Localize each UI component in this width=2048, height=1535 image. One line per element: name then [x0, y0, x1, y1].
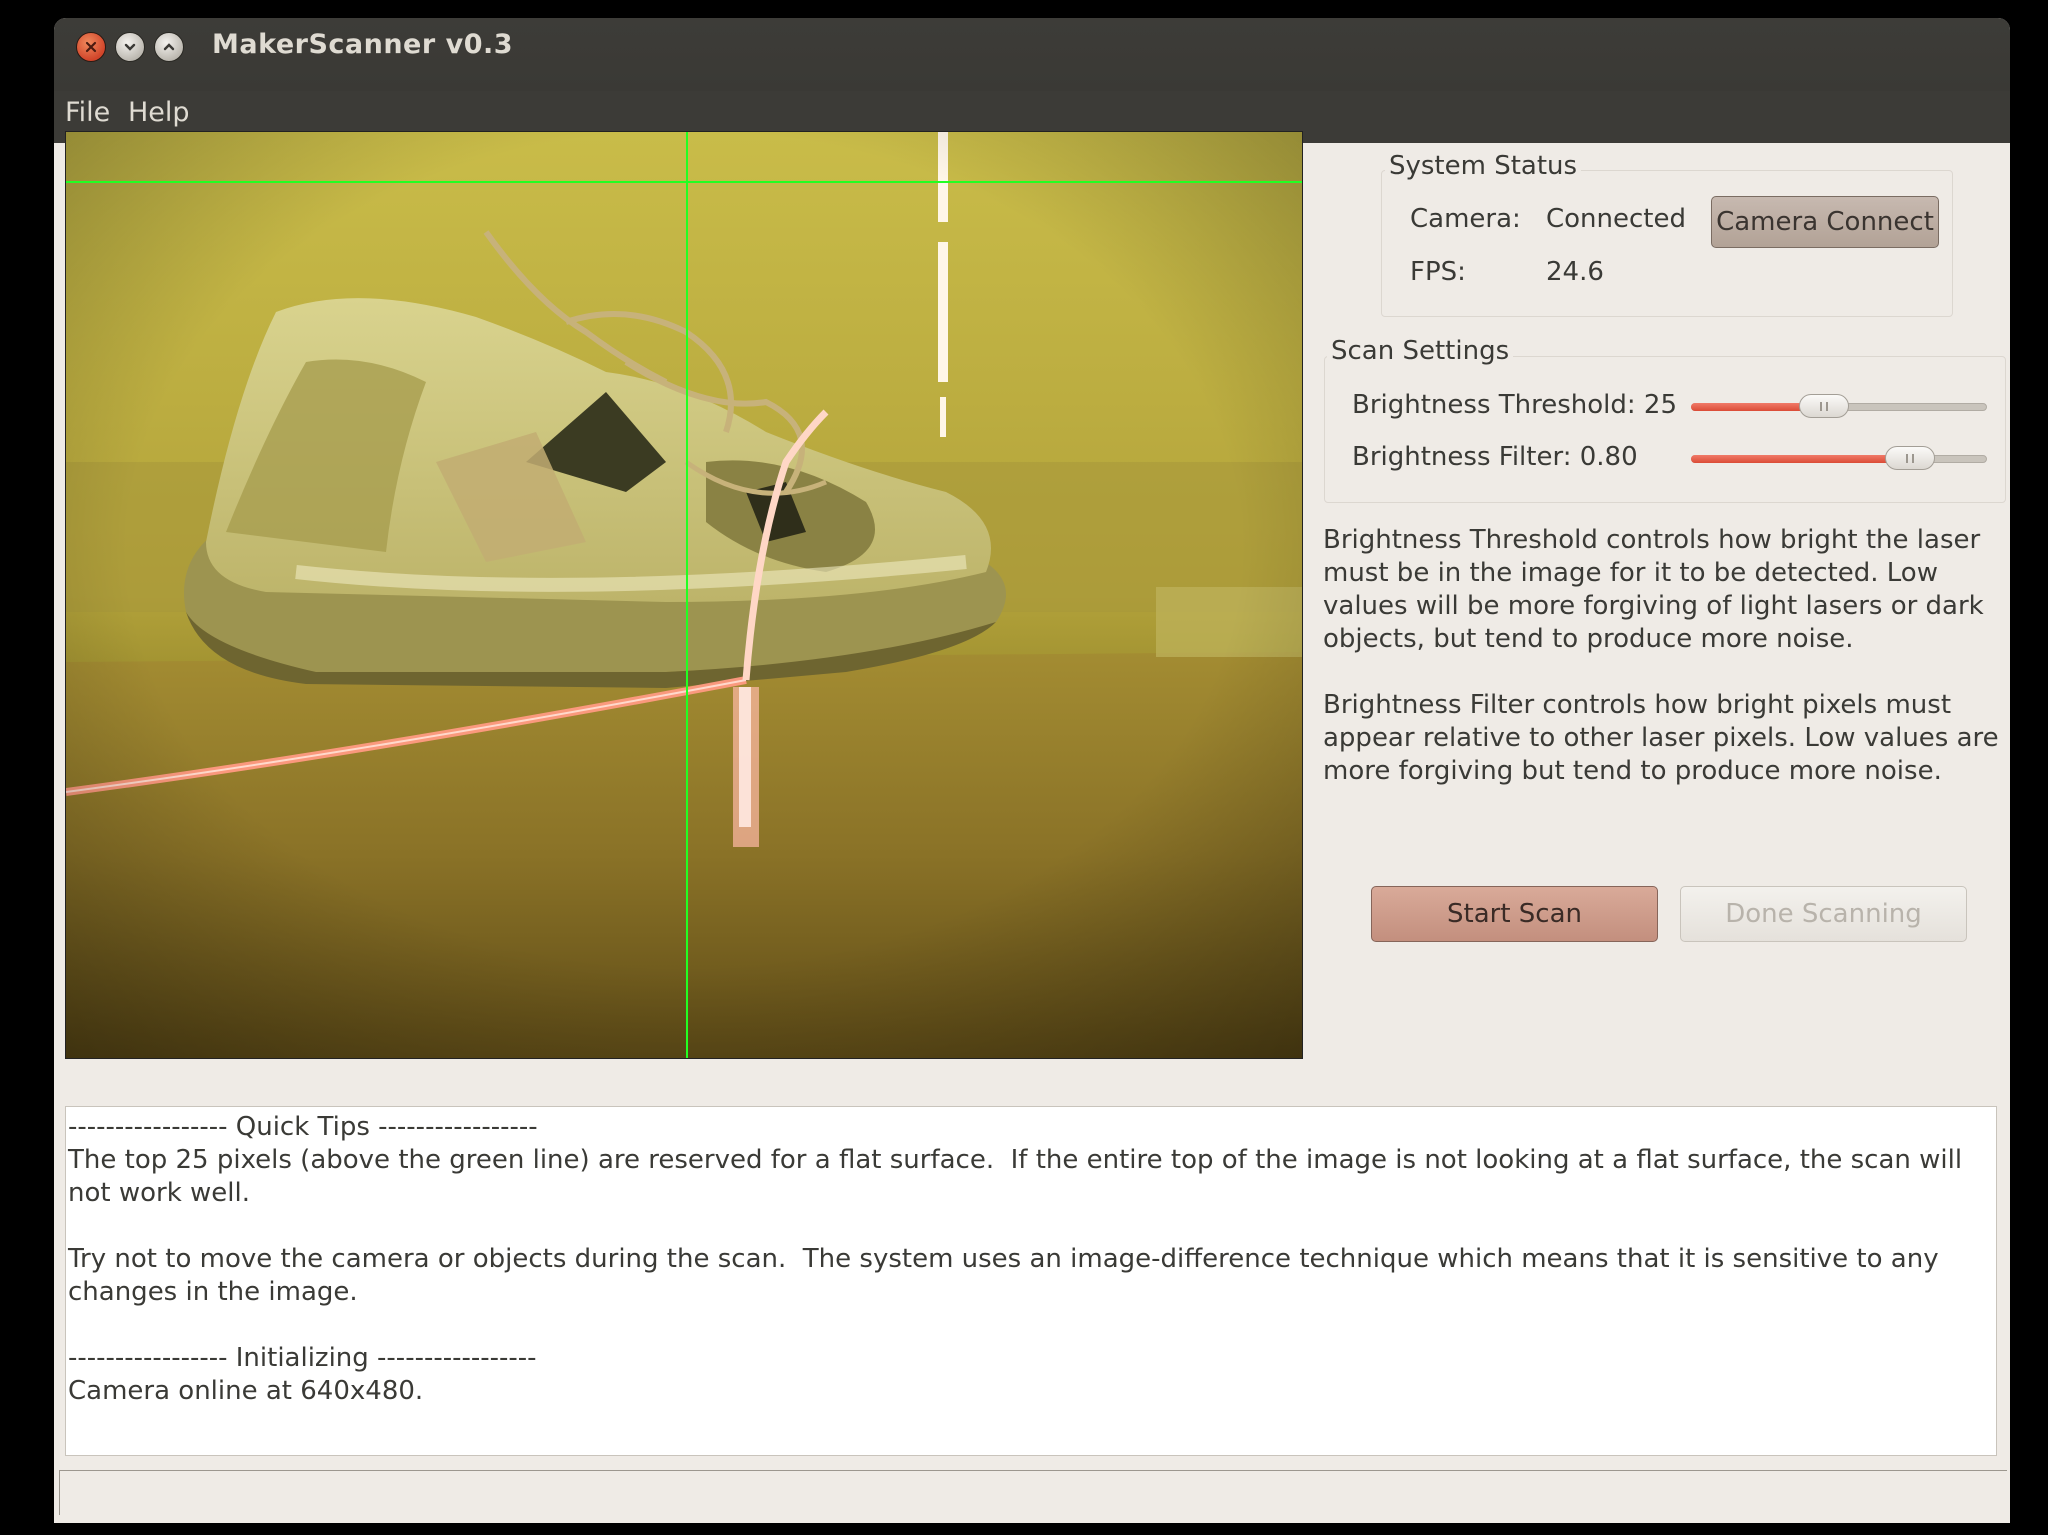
menu-help[interactable]: Help — [128, 97, 190, 128]
camera-label: Camera: — [1410, 204, 1521, 234]
threshold-help-text: Brightness Threshold controls how bright… — [1323, 525, 1984, 654]
log-line: Try not to move the camera or objects du… — [68, 1244, 1947, 1307]
status-bar — [59, 1470, 2007, 1515]
minimize-icon[interactable] — [115, 32, 145, 62]
log-line: ----------------- Initializing ---------… — [68, 1343, 537, 1373]
app-window: MakerScanner v0.3 File Help System Statu… — [54, 18, 2010, 1523]
title-bar[interactable]: MakerScanner v0.3 — [54, 18, 2010, 91]
log-line: The top 25 pixels (above the green line)… — [68, 1145, 1971, 1208]
brightness-threshold-label: Brightness Threshold: 25 — [1352, 390, 1677, 420]
slider-handle[interactable] — [1885, 446, 1936, 470]
fps-value: 24.6 — [1546, 257, 1604, 287]
menu-file[interactable]: File — [65, 97, 110, 128]
log-output[interactable]: ----------------- Quick Tips -----------… — [65, 1106, 1997, 1456]
start-scan-button[interactable]: Start Scan — [1371, 886, 1658, 942]
done-scanning-button[interactable]: Done Scanning — [1680, 886, 1967, 942]
slider-fill — [1691, 455, 1911, 463]
filter-help-text: Brightness Filter controls how bright pi… — [1323, 690, 1999, 786]
brightness-filter-slider[interactable] — [1691, 446, 1987, 470]
camera-connect-button[interactable]: Camera Connect — [1711, 196, 1939, 248]
log-line: ----------------- Quick Tips -----------… — [68, 1112, 538, 1142]
system-status-label: System Status — [1385, 151, 1582, 181]
camera-status-value: Connected — [1546, 204, 1687, 234]
slider-handle[interactable] — [1799, 394, 1850, 418]
scan-settings-label: Scan Settings — [1327, 336, 1514, 366]
brightness-filter-label: Brightness Filter: 0.80 — [1352, 442, 1638, 472]
close-icon[interactable] — [76, 32, 106, 62]
camera-preview — [65, 131, 1303, 1059]
brightness-threshold-slider[interactable] — [1691, 394, 1987, 418]
log-line: Camera online at 640x480. — [68, 1376, 424, 1406]
fps-label: FPS: — [1410, 257, 1466, 287]
scan-settings-frame — [1324, 356, 2006, 503]
maximize-icon[interactable] — [154, 32, 184, 62]
window-title: MakerScanner v0.3 — [212, 29, 514, 60]
